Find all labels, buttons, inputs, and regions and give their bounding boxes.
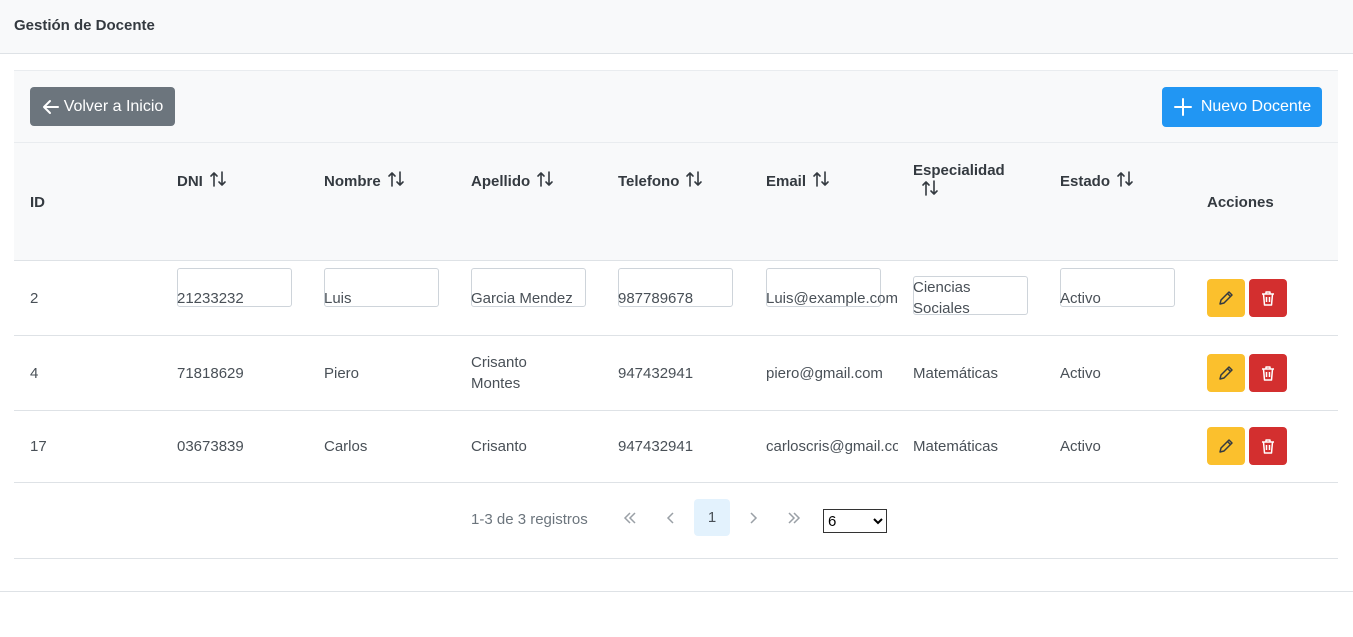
delete-button[interactable] — [1249, 427, 1287, 465]
column-header-especialidad: Especialidad — [913, 162, 1028, 199]
column-header-dni: DNI — [177, 170, 227, 190]
cell-especialidad: Matemáticas — [913, 365, 999, 382]
column-header-estado: Estado — [1060, 170, 1134, 190]
sort-arrows-icon[interactable] — [536, 170, 554, 188]
delete-button[interactable] — [1249, 354, 1287, 392]
cell-apellido-line2: Montes — [471, 375, 521, 392]
cell-email: carloscris@gmail.com — [766, 438, 898, 455]
column-header-nombre: Nombre — [324, 170, 405, 190]
cell-estado: Activo — [1060, 290, 1101, 307]
double-chevron-left-icon — [623, 511, 636, 524]
sort-arrows-icon[interactable] — [685, 170, 703, 188]
prev-page-button[interactable] — [653, 499, 689, 536]
toolbar: Volver a Inicio Nuevo Docente — [14, 71, 1338, 143]
sort-arrows-icon[interactable] — [812, 170, 830, 188]
cell-nombre: Carlos — [324, 438, 368, 455]
cell-estado: Activo — [1060, 438, 1101, 455]
docente-panel: Volver a Inicio Nuevo Docente ID DNI Nom… — [14, 70, 1338, 559]
new-button-label: Nuevo Docente — [1200, 98, 1312, 115]
top-bar: Gestión de Docente — [0, 0, 1353, 54]
cell-telefono: 987789678 — [618, 290, 694, 307]
edit-button[interactable] — [1207, 427, 1245, 465]
next-page-button[interactable] — [735, 499, 771, 536]
rows-per-page-select[interactable]: 6 — [823, 509, 887, 533]
trash-icon — [1262, 366, 1274, 381]
cell-id: 4 — [30, 365, 39, 382]
cell-email: Luis@example.com — [766, 290, 898, 307]
cell-nombre: Piero — [324, 365, 360, 382]
trash-icon — [1262, 291, 1274, 306]
sort-arrows-icon[interactable] — [209, 170, 227, 188]
cell-especialidad-line1: Ciencias — [913, 279, 971, 296]
edit-button[interactable] — [1207, 279, 1245, 317]
edit-button[interactable] — [1207, 354, 1245, 392]
page-title: Gestión de Docente — [14, 17, 155, 34]
cell-dni: 03673839 — [177, 438, 244, 455]
cell-apellido: Garcia Mendez — [471, 290, 573, 307]
column-header-id: ID — [30, 194, 45, 211]
column-header-apellido: Apellido — [471, 170, 554, 190]
double-chevron-right-icon — [788, 511, 801, 524]
chevron-right-icon — [750, 511, 758, 524]
page-number-button[interactable]: 1 — [694, 499, 730, 536]
pencil-icon — [1219, 366, 1233, 380]
arrow-left-icon — [42, 99, 59, 114]
table-row: 17 03673839 Carlos Crisanto 947432941 ca… — [14, 411, 1338, 483]
column-header-telefono: Telefono — [618, 170, 703, 190]
cell-especialidad-line2: Sociales — [913, 300, 970, 317]
cell-dni: 21233232 — [177, 290, 244, 307]
cell-id: 17 — [30, 438, 47, 455]
trash-icon — [1262, 439, 1274, 454]
cell-email: piero@gmail.com — [766, 365, 883, 382]
cell-telefono: 947432941 — [618, 438, 694, 455]
cell-apellido-line1: Crisanto — [471, 354, 527, 371]
cell-estado: Activo — [1060, 365, 1101, 382]
first-page-button[interactable] — [612, 499, 648, 536]
pagination-info: 1-3 de 3 registros — [471, 511, 588, 528]
cell-especialidad: Matemáticas — [913, 438, 999, 455]
table-header: ID DNI Nombre Apellido Telefono Email Es… — [14, 143, 1338, 315]
delete-button[interactable] — [1249, 279, 1287, 317]
sort-arrows-icon[interactable] — [1116, 170, 1134, 188]
cell-telefono: 947432941 — [618, 365, 694, 382]
column-header-email: Email — [766, 170, 830, 190]
sort-arrows-icon[interactable] — [921, 179, 939, 197]
column-header-acciones: Acciones — [1207, 194, 1274, 211]
table-row: 4 71818629 Piero Crisanto Montes 9474329… — [14, 336, 1338, 411]
back-button-label: Volver a Inicio — [63, 97, 164, 115]
sort-arrows-icon[interactable] — [387, 170, 405, 188]
pencil-icon — [1219, 439, 1233, 453]
last-page-button[interactable] — [776, 499, 812, 536]
cell-nombre: Luis — [324, 290, 352, 307]
cell-id: 2 — [30, 290, 39, 307]
table-row: 2 21233232 Luis Garcia Mendez 987789678 … — [14, 261, 1338, 336]
footer-divider — [0, 591, 1353, 592]
chevron-left-icon — [666, 511, 674, 524]
paginator: 1-3 de 3 registros 1 6 — [14, 482, 1338, 559]
new-docente-button[interactable]: Nuevo Docente — [1162, 87, 1322, 127]
pencil-icon — [1219, 291, 1233, 305]
plus-icon — [1173, 98, 1192, 116]
cell-dni: 71818629 — [177, 365, 244, 382]
cell-apellido: Crisanto — [471, 438, 527, 455]
back-to-home-button[interactable]: Volver a Inicio — [30, 87, 175, 126]
